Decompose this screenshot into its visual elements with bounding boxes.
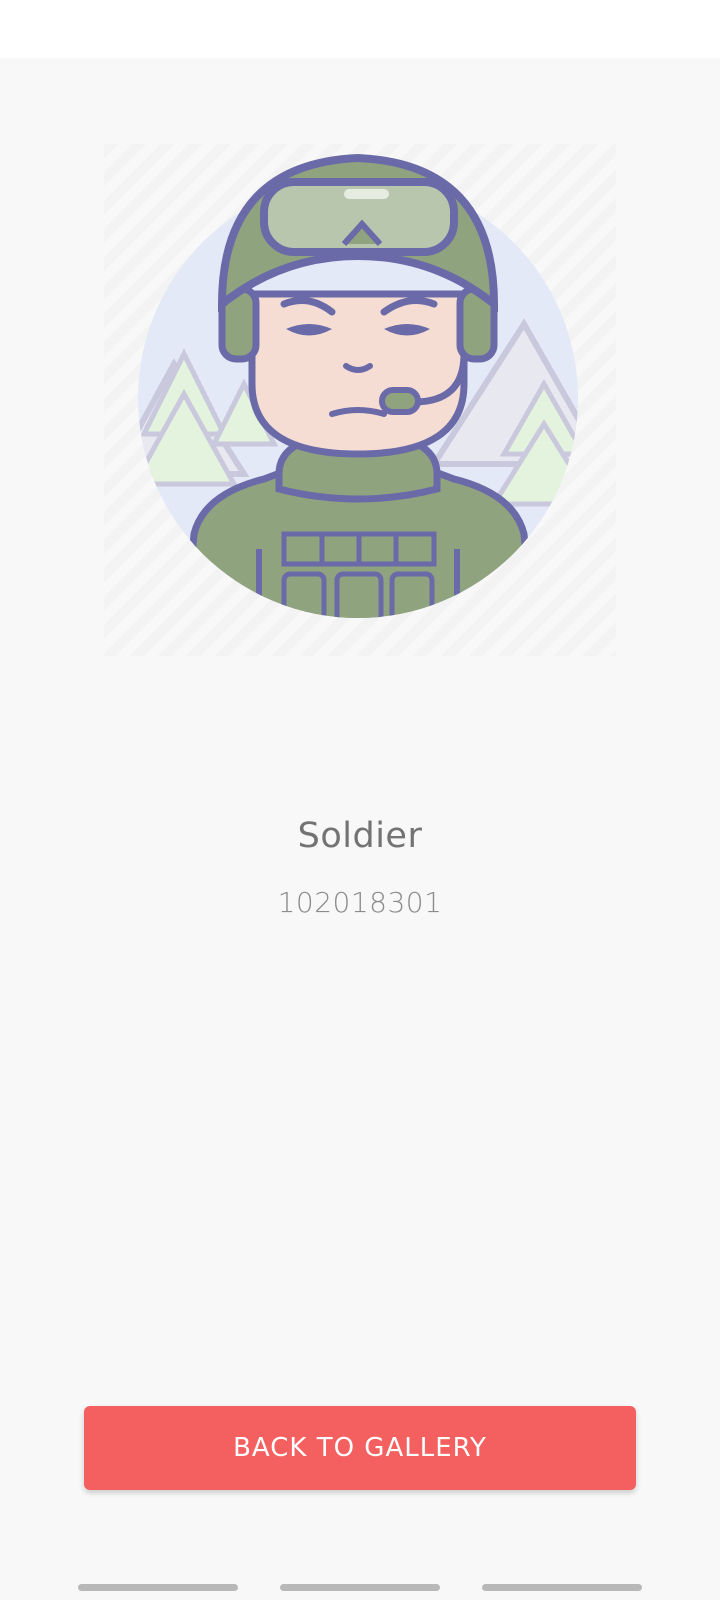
back-to-gallery-button[interactable]: BACK TO GALLERY bbox=[84, 1406, 636, 1490]
avatar-frame bbox=[104, 144, 616, 656]
status-bar bbox=[0, 0, 720, 58]
soldier-avatar-icon bbox=[138, 153, 578, 618]
navigation-bar bbox=[0, 1574, 720, 1600]
nav-home-handle[interactable] bbox=[280, 1584, 440, 1591]
nav-back-handle[interactable] bbox=[482, 1584, 642, 1591]
profile-name: Soldier bbox=[297, 816, 423, 856]
detail-page: Soldier 102018301 BACK TO GALLERY bbox=[0, 58, 720, 1600]
profile-code: 102018301 bbox=[277, 886, 443, 919]
nav-recents-handle[interactable] bbox=[78, 1584, 238, 1591]
